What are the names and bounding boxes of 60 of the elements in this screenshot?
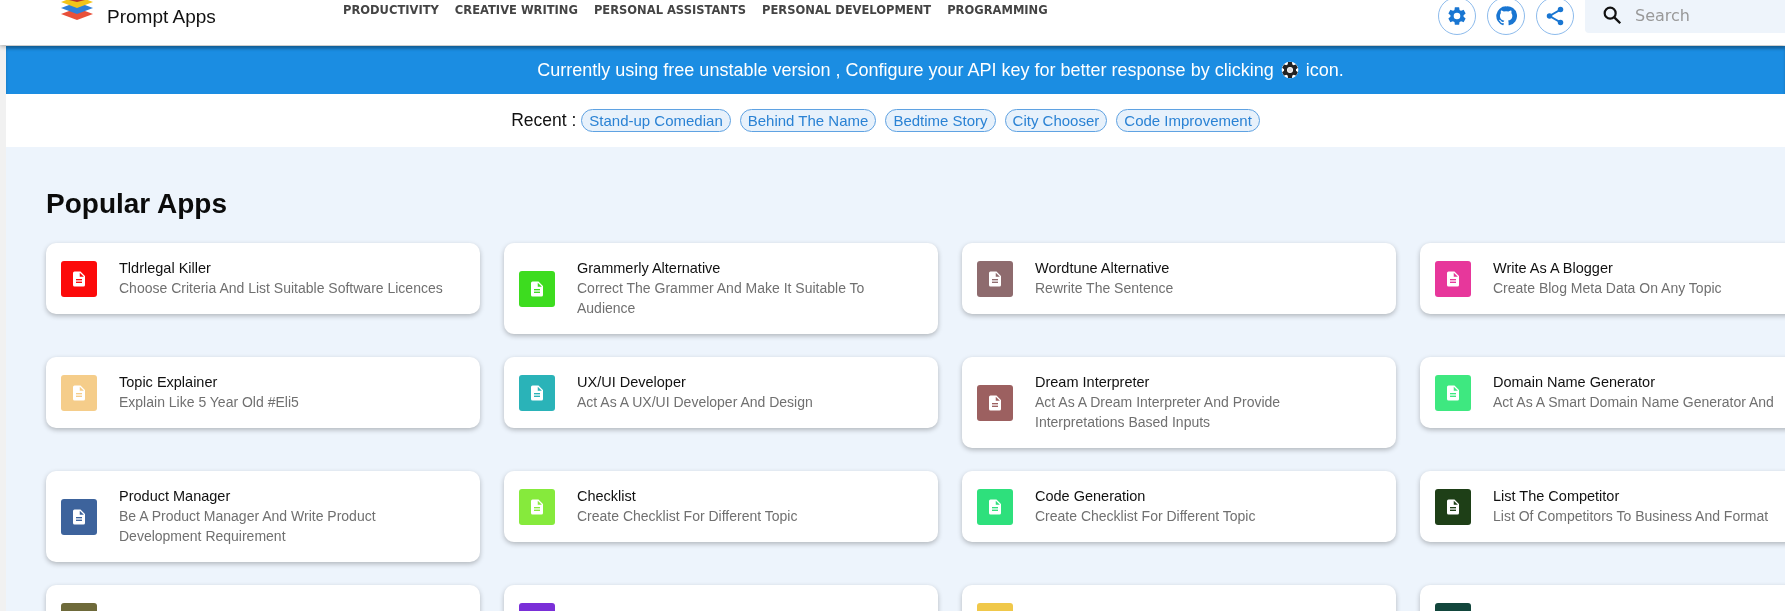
brand-name: Prompt Apps — [107, 6, 216, 28]
nav-link[interactable]: PRODUCTIVITY — [343, 3, 439, 17]
app-card[interactable]: Dream Interpreter Act As A Dream Interpreter And Provide Interpretations Based Inputs — [962, 357, 1396, 448]
app-title: List The Competitor — [1493, 487, 1621, 506]
layers-logo-icon — [60, 0, 94, 20]
app-title: Checklist — [577, 487, 637, 506]
settings-button[interactable] — [1438, 0, 1476, 35]
app-description: Act As A Smart Domain Name Generator And — [1493, 393, 1774, 412]
gear-icon — [1279, 60, 1300, 80]
app-title: Product Manager — [119, 487, 232, 506]
nav-link[interactable]: PERSONAL ASSISTANTS — [593, 3, 747, 17]
app-title: Dream Interpreter — [1035, 373, 1151, 392]
app-card[interactable]: Checklist Create Checklist For Different Topic — [504, 471, 938, 542]
nav-link[interactable]: PERSONAL DEVELOPMENT — [762, 3, 932, 17]
app-title: Code Generation — [1035, 487, 1147, 506]
recent-chip[interactable]: Code Improvement — [1116, 109, 1260, 132]
app-description: Explain Like 5 Year Old #Eli5 — [119, 393, 299, 412]
app-card[interactable]: Product Manager Be A Product Manager And Write Product Development Requirement — [46, 471, 480, 562]
app-card[interactable]: Write As A Blogger Create Blog Meta Data On Any Topic — [1420, 243, 1785, 314]
recent-chip[interactable]: Behind The Name — [739, 109, 877, 132]
app-description: Create Checklist For Different Topic — [577, 507, 798, 526]
app-description: List Of Competitors To Business And Format — [1493, 507, 1769, 526]
app-card[interactable]: Tldrlegal Killer Choose Criteria And List Suitable Software Licences — [46, 243, 480, 314]
app-card[interactable]: Topic Explainer Explain Like 5 Year Old #Eli5 — [46, 357, 480, 428]
app-card[interactable]: List The Competitor List Of Competitors To Business And Format — [1420, 471, 1785, 542]
share-button[interactable] — [1536, 0, 1574, 35]
app-title: UX/UI Developer — [577, 373, 687, 392]
app-title: Topic Explainer — [119, 373, 219, 392]
app-description: Choose Criteria And List Suitable Software Licences — [119, 279, 443, 298]
app-description: Act As A UX/UI Developer And Design — [577, 393, 813, 412]
banner-text: icon. — [1305, 59, 1344, 81]
app-card[interactable]: Domain Name Generator Act As A Smart Domain Name Generator And — [1420, 357, 1785, 428]
app-title: Write As A Blogger — [1493, 259, 1614, 278]
app-description: Be A Product Manager And Write Product Development Requirement — [119, 507, 377, 546]
app-title: Wordtune Alternative — [1035, 259, 1171, 278]
search-field[interactable]: Search — [1585, 0, 1785, 33]
recent-chip[interactable]: City Chooser — [1004, 109, 1108, 132]
recent-chip[interactable]: Bedtime Story — [885, 109, 996, 132]
app-description: Correct The Grammer And Make It Suitable To Audience — [577, 279, 866, 318]
nav-link[interactable]: PROGRAMMING — [947, 3, 1048, 17]
app-description: Create Blog Meta Data On Any Topic — [1493, 279, 1722, 298]
recent-label: Recent : — [511, 110, 577, 131]
app-title: Tldrlegal Killer — [119, 259, 212, 278]
app-card[interactable]: Grammerly Alternative Correct The Grammer And Make It Suitable To Audience — [504, 243, 938, 334]
section-title: Popular Apps — [46, 189, 228, 219]
app-title: Grammerly Alternative — [577, 259, 722, 278]
settings-icon — [1446, 5, 1468, 27]
nav-link[interactable]: CREATIVE WRITING — [454, 3, 578, 17]
app-description: Act As A Dream Interpreter And Provide Interpretations Based Inputs — [1035, 393, 1282, 432]
recent-chip[interactable]: Stand-up Comedian — [581, 109, 731, 132]
app-card[interactable]: Wordtune Alternative Rewrite The Sentence — [962, 243, 1396, 314]
app-card[interactable]: Code Generation Create Checklist For Different Topic — [962, 471, 1396, 542]
share-icon — [1544, 5, 1566, 27]
banner-text: Currently using free unstable version , Configure your API key for better response by clicking — [537, 59, 1274, 81]
app-title: Domain Name Generator — [1493, 373, 1656, 392]
app-card[interactable]: UX/UI Developer Act As A UX/UI Developer And Design — [504, 357, 938, 428]
github-button[interactable] — [1487, 0, 1525, 35]
app-description: Create Checklist For Different Topic — [1035, 507, 1256, 526]
github-icon — [1495, 5, 1517, 27]
app-description: Rewrite The Sentence — [1035, 279, 1174, 298]
